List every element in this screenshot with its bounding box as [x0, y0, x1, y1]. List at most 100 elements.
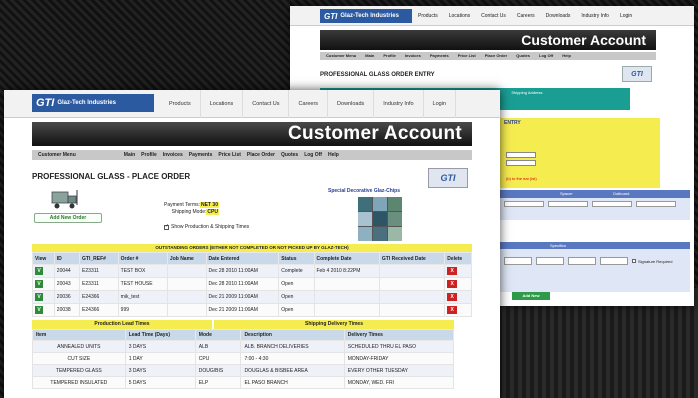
back-entry-select-2[interactable] [506, 160, 536, 166]
lead-delivery: MONDAY, WED. FRI [343, 376, 455, 389]
col-mode: Mode [194, 329, 242, 341]
nav-login[interactable]: Login [424, 90, 457, 118]
menu-help[interactable]: Help [328, 150, 339, 160]
order-job [166, 290, 207, 304]
back-add-new-button[interactable]: Add New [512, 292, 550, 300]
front-logo-mark: GTI [36, 97, 55, 109]
lead-item: TEMPERED GLASS [32, 364, 126, 377]
back-menu-quotes[interactable]: Quotes [516, 52, 530, 60]
back-specifics-grid: Specifics Signature Required [500, 242, 690, 292]
back-banner: Customer Account [320, 30, 656, 50]
back-spec-input-3[interactable] [568, 257, 596, 265]
back-nav-locations[interactable]: Locations [449, 13, 470, 19]
swatch [373, 212, 387, 226]
payment-terms-label: Payment Terms: [164, 202, 201, 208]
lead-description: EL PASO BRANCH [240, 376, 345, 389]
front-topbar: GTI Glaz-Tech Industries Products Locati… [4, 90, 500, 118]
nav-locations[interactable]: Locations [201, 90, 244, 118]
nav-downloads[interactable]: Downloads [328, 90, 375, 118]
back-signature-required[interactable]: Signature Required [632, 257, 672, 265]
lead-delivery: EVERY OTHER TUESDAY [343, 364, 455, 377]
delete-button[interactable]: X [447, 293, 458, 301]
order-received [378, 264, 446, 278]
back-spacer-select-1[interactable] [504, 201, 544, 207]
order-complete [313, 277, 380, 291]
col-date-entered: Date Entered [205, 252, 280, 265]
order-complete [313, 303, 380, 317]
back-menu-pricelist[interactable]: Price List [458, 52, 476, 60]
back-menu-help[interactable]: Help [562, 52, 571, 60]
back-menu-profile[interactable]: Profile [383, 52, 395, 60]
special-decorative-link[interactable]: Special Decorative Glaz-Chips [328, 188, 400, 194]
menu-profile[interactable]: Profile [141, 150, 157, 160]
show-production-checkbox[interactable] [164, 223, 169, 230]
front-logo[interactable]: GTI Glaz-Tech Industries [32, 94, 154, 112]
view-button[interactable]: V [35, 267, 43, 275]
menu-main[interactable]: Main [124, 150, 135, 160]
order-ref: E24366 [79, 290, 119, 304]
back-spacer-select-3[interactable] [592, 201, 632, 207]
back-menu-logoff[interactable]: Log Off [539, 52, 553, 60]
payment-terms-value: NET 30 [200, 202, 219, 208]
delete-button[interactable]: X [447, 280, 458, 288]
view-button[interactable]: V [35, 293, 43, 301]
back-spec-input-2[interactable] [536, 257, 564, 265]
view-button[interactable]: V [35, 306, 43, 314]
menu-price-list[interactable]: Price List [218, 150, 241, 160]
view-button[interactable]: V [35, 280, 43, 288]
menu-payments[interactable]: Payments [189, 150, 213, 160]
show-production-toggle[interactable]: Show Production & Shipping Times [164, 223, 249, 230]
back-menu: Customer Menu Main Profile Invoices Paym… [320, 52, 656, 60]
back-nav-careers[interactable]: Careers [517, 13, 535, 19]
back-nav-industry[interactable]: Industry Info [581, 13, 609, 19]
order-received [378, 303, 446, 317]
back-menu-payments[interactable]: Payments [430, 52, 449, 60]
order-job [166, 277, 207, 291]
delete-button[interactable]: X [447, 267, 458, 275]
lead-item: TEMPERED INSULATED [32, 376, 126, 389]
lead-days: 3 DAYS [124, 340, 196, 353]
swatch [358, 197, 372, 211]
back-menu-main[interactable]: Main [365, 52, 374, 60]
back-spec-input-1[interactable] [504, 257, 532, 265]
order-received [378, 290, 446, 304]
menu-invoices[interactable]: Invoices [163, 150, 183, 160]
back-menu-placeorder[interactable]: Place Order [485, 52, 507, 60]
lead-mode: DOUG/BIS [194, 364, 242, 377]
nav-careers[interactable]: Careers [289, 90, 329, 118]
back-signature-checkbox[interactable] [632, 259, 636, 263]
swatch [388, 197, 402, 211]
add-new-order-button[interactable]: Add New Order [34, 213, 102, 223]
back-nav-products[interactable]: Products [418, 13, 438, 19]
back-entry-select-1[interactable] [506, 152, 536, 158]
back-nav-downloads[interactable]: Downloads [546, 13, 571, 19]
back-nav-login[interactable]: Login [620, 13, 632, 19]
menu-place-order[interactable]: Place Order [247, 150, 275, 160]
swatch [358, 212, 372, 226]
col-item: Item [32, 329, 126, 341]
col-delivery-times: Delivery Times [343, 329, 455, 341]
glaz-chips-swatches[interactable] [358, 197, 402, 241]
back-spacer-select-4[interactable] [636, 201, 676, 207]
order-job [166, 264, 207, 278]
menu-log-off[interactable]: Log Off [304, 150, 322, 160]
back-logo[interactable]: GTI Glaz-Tech Industries [320, 9, 412, 23]
menu-quotes[interactable]: Quotes [281, 150, 298, 160]
back-menu-invoices[interactable]: Invoices [405, 52, 421, 60]
lead-mode: ELP [194, 376, 242, 389]
delete-button[interactable]: X [447, 306, 458, 314]
col-received-date: GTI Received Date [378, 252, 446, 265]
lead-item: ANNEALED UNITS [32, 340, 126, 353]
back-topbar: GTI Glaz-Tech Industries Products Locati… [290, 6, 694, 26]
back-entry-panel: ENTRY (b) to the ear (ist) [500, 118, 660, 188]
back-spec-input-4[interactable] [600, 257, 628, 265]
col-ref: GTI_REF# [79, 252, 119, 265]
nav-industry-info[interactable]: Industry Info [374, 90, 424, 118]
order-received [378, 277, 446, 291]
back-specifics-header: Specifics [500, 242, 690, 249]
nav-products[interactable]: Products [160, 90, 201, 118]
back-spacer-select-2[interactable] [548, 201, 588, 207]
table-row: V 20043 E23311 TEST HOUSE Dec 28 2010 11… [32, 277, 472, 291]
back-nav-contact[interactable]: Contact Us [481, 13, 506, 19]
nav-contact-us[interactable]: Contact Us [243, 90, 290, 118]
